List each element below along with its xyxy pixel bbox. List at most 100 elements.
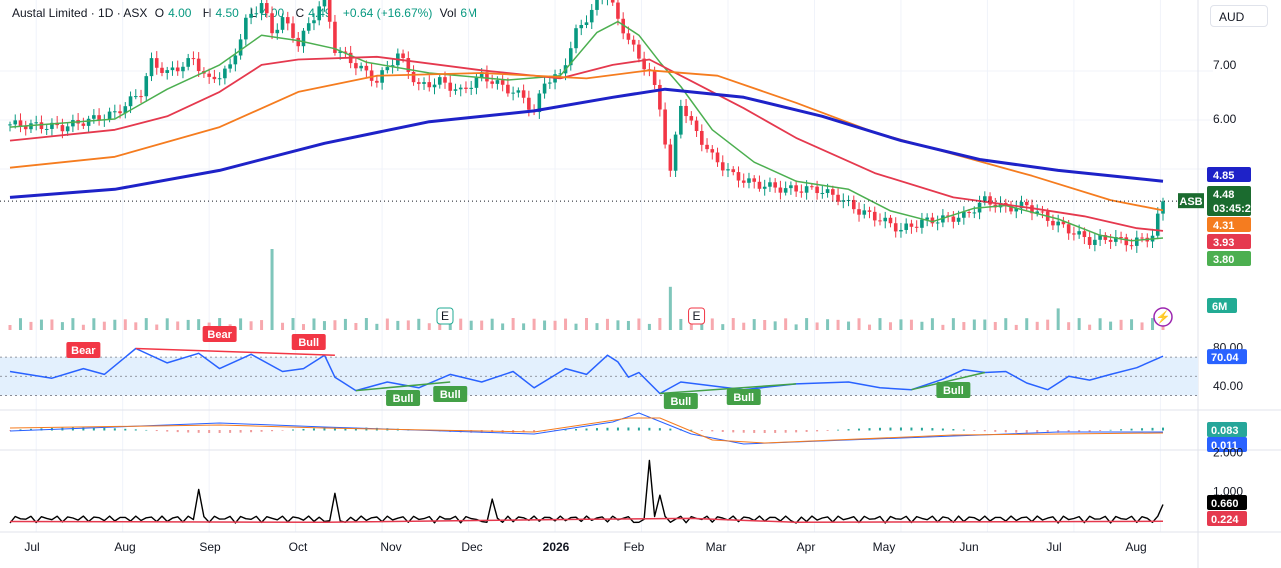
macd-histogram-bar <box>616 427 619 431</box>
candle <box>705 144 709 150</box>
volume-bar <box>50 319 54 330</box>
candle <box>521 90 526 98</box>
candle <box>548 82 552 84</box>
candle <box>778 187 783 193</box>
volume-bar <box>249 321 253 330</box>
candle <box>815 186 819 194</box>
macd-histogram-bar <box>229 430 232 433</box>
volume-bar <box>312 318 316 330</box>
macd-histogram-bar <box>784 430 787 433</box>
candle <box>291 23 295 38</box>
macd-histogram-bar <box>281 430 284 431</box>
candle <box>1119 237 1123 239</box>
divergence-tag-label: Bull <box>733 392 754 404</box>
candle <box>443 77 447 83</box>
volume-bar <box>1067 322 1071 330</box>
volume-bar <box>186 319 190 330</box>
candle <box>962 212 966 218</box>
volume-bar <box>605 318 609 330</box>
macd-histogram-bar <box>753 430 756 433</box>
volume-bar <box>469 320 473 330</box>
macd-histogram-bar <box>9 430 11 431</box>
volume-bar <box>165 318 169 330</box>
candle <box>359 65 363 69</box>
volume-bar <box>564 318 568 330</box>
volume-bar <box>888 322 892 330</box>
volume-bar <box>962 322 966 330</box>
candle <box>144 76 149 97</box>
volume-bar <box>983 319 987 330</box>
candle <box>694 120 699 132</box>
macd-histogram-bar <box>973 430 976 431</box>
candle <box>542 83 547 94</box>
candle <box>44 128 49 130</box>
macd-histogram-bar <box>1088 430 1091 432</box>
volume-bar <box>1088 324 1092 330</box>
volume-bar <box>637 318 641 330</box>
macd-histogram-bar <box>1151 427 1154 431</box>
macd-histogram-bar <box>1109 429 1112 431</box>
candle <box>495 80 500 84</box>
volume-bar <box>322 321 326 330</box>
candle <box>113 111 117 113</box>
candle <box>930 217 935 224</box>
macd-histogram-bar <box>994 430 997 432</box>
price-badge-label: 4.48 <box>1213 189 1234 201</box>
candle <box>794 185 798 192</box>
candle <box>516 90 521 93</box>
candle <box>39 122 44 130</box>
macd-histogram-bar <box>658 428 661 431</box>
volume-bar <box>595 323 599 330</box>
candle <box>275 29 280 34</box>
candle <box>317 6 322 21</box>
candle <box>81 123 86 126</box>
volume-bar <box>343 318 347 330</box>
candle <box>616 2 620 19</box>
macd-line <box>9 412 1163 445</box>
volume-bar <box>375 323 379 330</box>
macd-histogram-bar <box>176 430 179 433</box>
macd-histogram-bar <box>711 430 714 432</box>
macd-histogram-bar <box>931 428 934 431</box>
candle <box>1056 221 1060 226</box>
volume-bar <box>742 322 746 330</box>
candle <box>972 212 977 214</box>
candle <box>60 125 65 132</box>
time-axis-label: Aug <box>1125 540 1146 554</box>
macd-histogram-bar <box>637 427 640 431</box>
candle <box>212 76 217 80</box>
volume-bar <box>176 321 180 330</box>
stock-chart[interactable]: 7.006.005.00ASB4.854.4803:45:254.313.933… <box>0 0 1281 568</box>
time-axis-label: Apr <box>797 540 816 554</box>
volume-bar <box>417 318 421 330</box>
macd-histogram-bar <box>134 429 137 431</box>
candle <box>810 186 814 188</box>
rsi-badge-label: 70.04 <box>1211 352 1239 364</box>
candle <box>186 58 190 67</box>
candle <box>327 0 332 22</box>
divergence-tag-label: Bull <box>943 385 964 397</box>
candle <box>1129 245 1134 247</box>
candle <box>149 58 154 77</box>
time-axis-label: Dec <box>461 540 482 554</box>
candle <box>249 13 253 18</box>
candle <box>207 73 211 77</box>
volume-bar <box>144 318 148 330</box>
candle <box>878 220 882 222</box>
candle <box>223 68 227 79</box>
volume-bar <box>847 321 851 330</box>
candle <box>589 9 594 23</box>
volume-bar <box>511 318 515 330</box>
candle <box>631 39 636 45</box>
candle <box>689 116 694 121</box>
time-axis-label: 2026 <box>543 540 570 554</box>
macd-histogram-bar <box>983 430 986 432</box>
candle <box>584 22 589 26</box>
candle <box>1161 201 1165 214</box>
volume-bar <box>1130 319 1134 330</box>
volume-bar <box>951 318 955 330</box>
macd-histogram-bar <box>774 430 777 433</box>
macd-histogram-bar <box>669 428 672 431</box>
volume-bar <box>448 323 452 330</box>
volume-bar <box>909 319 913 330</box>
